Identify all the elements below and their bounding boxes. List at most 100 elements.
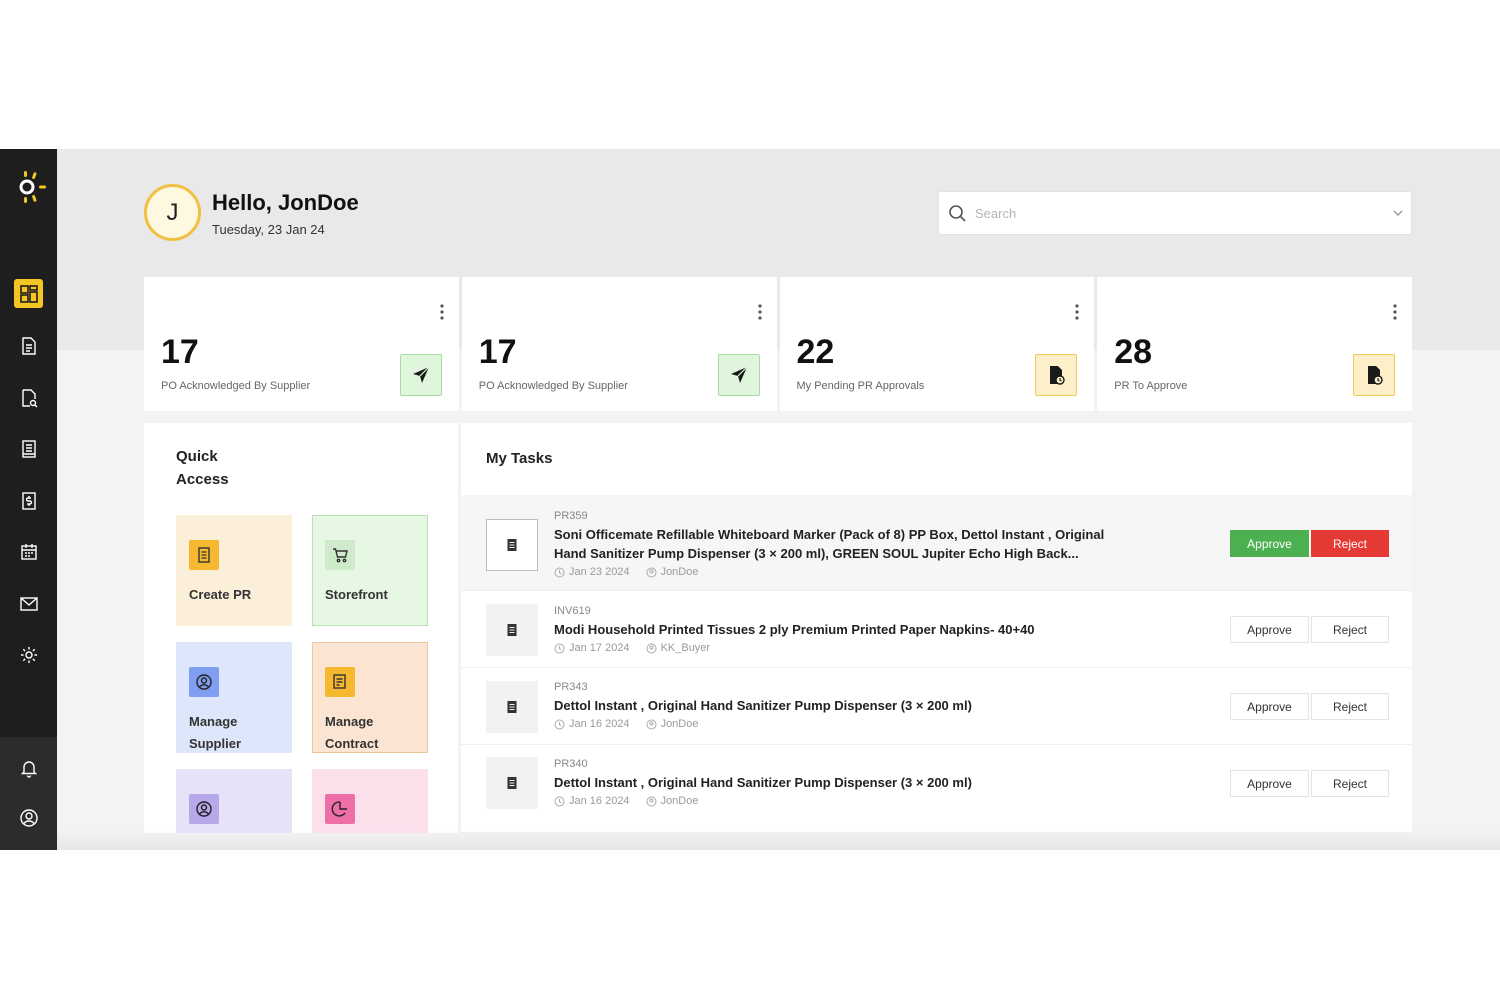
stat-value: 22 bbox=[796, 333, 835, 371]
user-circle-icon bbox=[196, 674, 212, 690]
task-user: JonDoe bbox=[660, 566, 699, 578]
stat-badge bbox=[717, 354, 760, 396]
document-icon bbox=[507, 624, 517, 636]
task-date: Jan 16 2024 bbox=[569, 718, 630, 730]
document-icon bbox=[198, 547, 210, 563]
sidebar-item-calendar[interactable] bbox=[14, 537, 43, 566]
stat-badge bbox=[1035, 354, 1078, 396]
bell-icon bbox=[20, 760, 37, 778]
dashboard-icon bbox=[19, 284, 38, 303]
stat-card[interactable]: 17 PO Acknowledged By Supplier bbox=[144, 277, 459, 411]
stat-card[interactable]: 28 PR To Approve bbox=[1097, 277, 1412, 411]
quick-tile-manage-contract[interactable]: Manage Contract bbox=[312, 642, 428, 753]
stat-label: PO Acknowledged By Supplier bbox=[161, 380, 311, 392]
more-options-icon[interactable] bbox=[1074, 302, 1080, 322]
stat-value: 17 bbox=[478, 333, 517, 371]
tile-icon bbox=[325, 540, 355, 570]
sidebar-item-dashboard[interactable] bbox=[14, 279, 43, 308]
reject-button[interactable]: Reject bbox=[1311, 770, 1389, 797]
task-doc-thumb bbox=[486, 519, 538, 571]
approve-button[interactable]: Approve bbox=[1230, 616, 1309, 643]
tile-label: Create PR bbox=[189, 587, 252, 602]
tile-icon bbox=[189, 667, 219, 697]
tile-icon bbox=[189, 794, 219, 824]
stat-label: My Pending PR Approvals bbox=[796, 380, 925, 392]
document-search-icon bbox=[21, 388, 37, 407]
task-title: Dettol Instant , Original Hand Sanitizer… bbox=[554, 775, 972, 790]
sidebar-item-receipts[interactable] bbox=[14, 434, 43, 463]
task-id: INV619 bbox=[554, 605, 591, 617]
my-tasks-panel: My Tasks PR359 Soni Officemate Refillabl… bbox=[461, 423, 1412, 833]
task-meta: Jan 23 2024 JonDoe bbox=[554, 566, 698, 578]
quick-tile-reports[interactable] bbox=[312, 769, 428, 833]
document-icon bbox=[507, 539, 517, 551]
task-row[interactable]: PR359 Soni Officemate Refillable Whitebo… bbox=[461, 495, 1412, 591]
task-meta: Jan 16 2024 JonDoe bbox=[554, 718, 698, 730]
reject-button[interactable]: Reject bbox=[1311, 693, 1389, 720]
search-box[interactable] bbox=[938, 191, 1412, 235]
task-user: JonDoe bbox=[660, 795, 699, 807]
clock-icon bbox=[554, 567, 565, 577]
cart-icon bbox=[333, 548, 348, 563]
reject-button[interactable]: Reject bbox=[1311, 616, 1389, 643]
task-user: KK_Buyer bbox=[660, 642, 711, 654]
sidebar-item-settings[interactable] bbox=[14, 640, 43, 669]
profile-button[interactable] bbox=[14, 803, 43, 832]
stat-card[interactable]: 22 My Pending PR Approvals bbox=[779, 277, 1095, 411]
approve-button[interactable]: Approve bbox=[1230, 530, 1309, 557]
approve-button[interactable]: Approve bbox=[1230, 693, 1309, 720]
sidebar-item-document-search[interactable] bbox=[14, 383, 43, 412]
chevron-down-icon[interactable] bbox=[1391, 206, 1405, 220]
current-date: Tuesday, 23 Jan 24 bbox=[212, 222, 325, 237]
notifications-button[interactable] bbox=[14, 753, 43, 782]
send-icon bbox=[730, 366, 747, 383]
send-icon bbox=[412, 366, 430, 383]
user-circle-icon bbox=[646, 567, 657, 577]
task-id: PR343 bbox=[554, 681, 588, 693]
more-options-icon[interactable] bbox=[439, 302, 445, 322]
sidebar-item-documents[interactable] bbox=[14, 331, 43, 360]
quick-tile-manage-supplier[interactable]: Manage Supplier bbox=[176, 642, 292, 753]
clock-icon bbox=[554, 796, 565, 806]
clock-icon bbox=[554, 719, 565, 729]
user-circle-icon bbox=[19, 808, 38, 827]
task-user: JonDoe bbox=[660, 718, 699, 730]
more-options-icon[interactable] bbox=[1392, 302, 1398, 322]
task-row[interactable]: PR340 Dettol Instant , Original Hand San… bbox=[461, 746, 1412, 833]
task-id: PR359 bbox=[554, 510, 588, 522]
receipt-icon bbox=[21, 439, 36, 458]
more-options-icon[interactable] bbox=[757, 302, 763, 322]
invoice-dollar-icon bbox=[21, 491, 36, 510]
user-circle-icon bbox=[646, 643, 657, 653]
quick-tile-users[interactable] bbox=[176, 769, 292, 833]
stat-card[interactable]: 17 PO Acknowledged By Supplier bbox=[461, 277, 777, 411]
task-row[interactable]: PR343 Dettol Instant , Original Hand San… bbox=[461, 669, 1412, 745]
task-date: Jan 17 2024 bbox=[569, 642, 630, 654]
sidebar-item-messages[interactable] bbox=[14, 589, 43, 618]
document-icon bbox=[21, 336, 36, 355]
user-circle-icon bbox=[196, 801, 212, 817]
app-window: J Hello, JonDoe Tuesday, 23 Jan 24 17 PO… bbox=[0, 149, 1500, 850]
file-clock-icon bbox=[1368, 366, 1383, 385]
stat-label: PR To Approve bbox=[1114, 380, 1188, 392]
task-doc-thumb bbox=[486, 604, 538, 656]
quick-access-title: Quick Access bbox=[176, 448, 229, 488]
tile-icon bbox=[189, 540, 219, 570]
tile-label: Manage Supplier bbox=[189, 714, 242, 751]
search-input[interactable] bbox=[975, 205, 1375, 221]
tile-icon bbox=[325, 794, 355, 824]
document-icon bbox=[507, 701, 517, 713]
stat-badge bbox=[1353, 354, 1395, 396]
sidebar bbox=[0, 149, 57, 850]
quick-access-panel: Quick Access Create PR Storefront Manage… bbox=[144, 423, 458, 833]
avatar[interactable]: J bbox=[144, 184, 201, 241]
task-row[interactable]: INV619 Modi Household Printed Tissues 2 … bbox=[461, 592, 1412, 668]
greeting-title: Hello, JonDoe bbox=[212, 190, 359, 215]
approve-button[interactable]: Approve bbox=[1230, 770, 1309, 797]
file-clock-icon bbox=[1050, 366, 1065, 385]
quick-tile-storefront[interactable]: Storefront bbox=[312, 515, 428, 626]
calendar-icon bbox=[20, 543, 37, 560]
quick-tile-create-pr[interactable]: Create PR bbox=[176, 515, 292, 626]
sidebar-item-invoices[interactable] bbox=[14, 486, 43, 515]
reject-button[interactable]: Reject bbox=[1311, 530, 1389, 557]
